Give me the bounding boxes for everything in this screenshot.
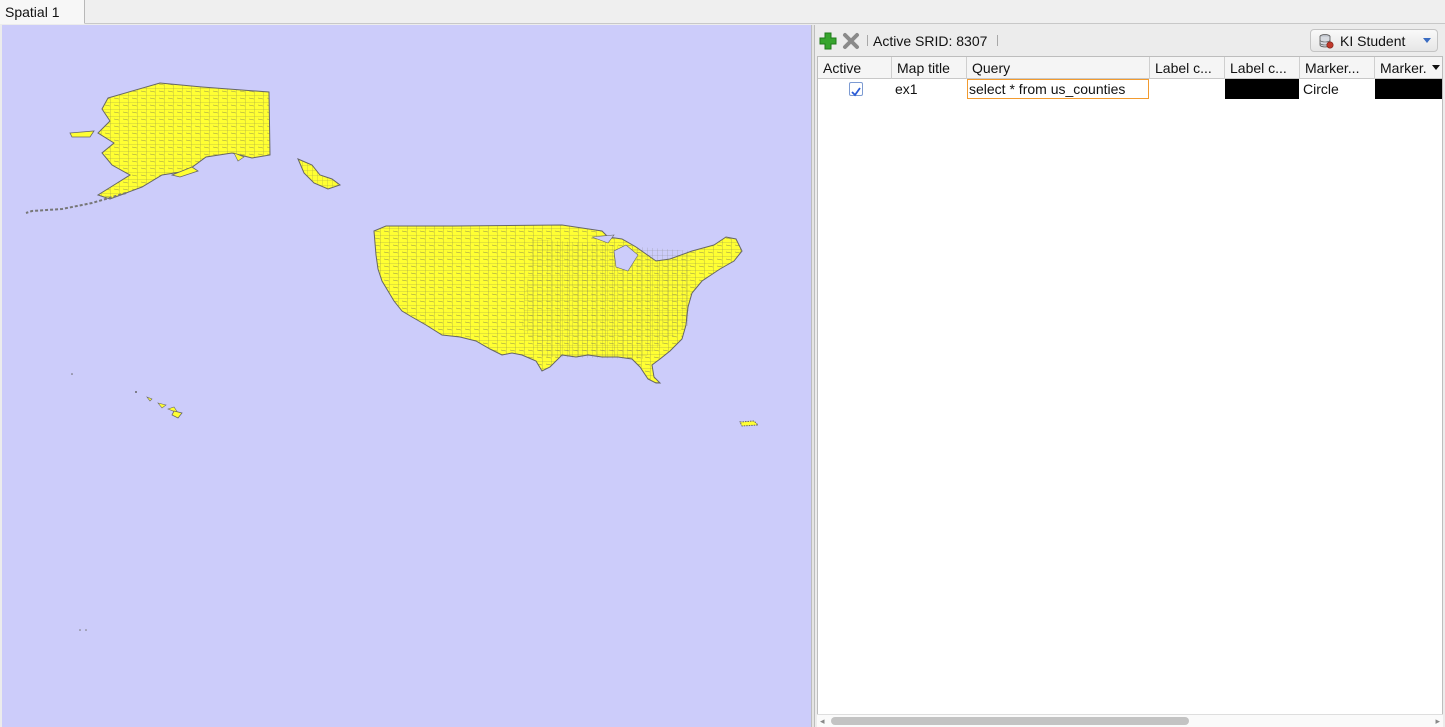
table-row[interactable]: ex1 select * from us_counties Circle	[818, 79, 1442, 99]
scroll-left-icon[interactable]: ◂	[820, 716, 825, 727]
map-canvas[interactable]	[2, 25, 811, 727]
cell-active	[818, 79, 892, 99]
column-header-marker-color[interactable]: Marker.	[1375, 57, 1442, 79]
alaska-panhandle-shape	[297, 158, 342, 190]
scroll-right-icon[interactable]: ▸	[1435, 716, 1440, 727]
alaska-shape	[25, 82, 271, 214]
tab-strip: Spatial 1	[0, 0, 1445, 24]
toolbar-separator	[997, 35, 998, 46]
cell-map-title[interactable]: ex1	[892, 79, 967, 99]
territory-dots	[79, 629, 87, 631]
column-header-active[interactable]: Active	[818, 57, 892, 79]
column-header-map-title[interactable]: Map title	[892, 57, 967, 79]
column-header-marker-shape[interactable]: Marker...	[1300, 57, 1375, 79]
column-menu-icon[interactable]	[1432, 65, 1440, 70]
hawaii-shape	[71, 373, 183, 419]
remove-layer-button[interactable]	[841, 31, 861, 51]
table-header: Active Map title Query Label c... Label …	[818, 57, 1442, 79]
map-svg	[25, 82, 760, 631]
cell-marker-color-swatch[interactable]	[1375, 79, 1442, 99]
layer-panel: Active SRID: 8307 KI Student Active Map …	[815, 25, 1445, 727]
layer-toolbar: Active SRID: 8307 KI Student	[815, 25, 1445, 56]
puerto-rico-shape	[739, 420, 760, 427]
column-header-label-column[interactable]: Label c...	[1150, 57, 1225, 79]
scrollbar-thumb[interactable]	[831, 717, 1189, 725]
database-icon	[1319, 34, 1334, 49]
remove-x-icon	[843, 33, 859, 49]
column-header-label-color[interactable]: Label c...	[1225, 57, 1300, 79]
column-header-marker-color-label: Marker.	[1380, 60, 1427, 76]
add-plus-icon	[819, 32, 837, 50]
cell-label-column[interactable]	[1150, 79, 1225, 99]
cell-label-color-swatch[interactable]	[1225, 79, 1299, 99]
contiguous-us-shape	[373, 224, 743, 384]
cell-query[interactable]: select * from us_counties	[967, 79, 1149, 99]
horizontal-scrollbar[interactable]: ◂ ▸	[817, 714, 1443, 727]
checkmark-icon	[851, 87, 861, 97]
cell-marker-shape[interactable]: Circle	[1300, 79, 1375, 99]
add-layer-button[interactable]	[818, 31, 838, 51]
active-srid-label: Active SRID: 8307	[873, 33, 988, 49]
active-checkbox[interactable]	[849, 82, 863, 97]
tab-spatial-1[interactable]: Spatial 1	[0, 0, 85, 24]
chevron-down-icon	[1423, 38, 1431, 43]
connection-label: KI Student	[1340, 33, 1406, 49]
column-header-query[interactable]: Query	[967, 57, 1150, 79]
toolbar-separator	[867, 35, 868, 46]
connection-dropdown[interactable]: KI Student	[1310, 29, 1438, 52]
layer-table: Active Map title Query Label c... Label …	[817, 56, 1443, 716]
